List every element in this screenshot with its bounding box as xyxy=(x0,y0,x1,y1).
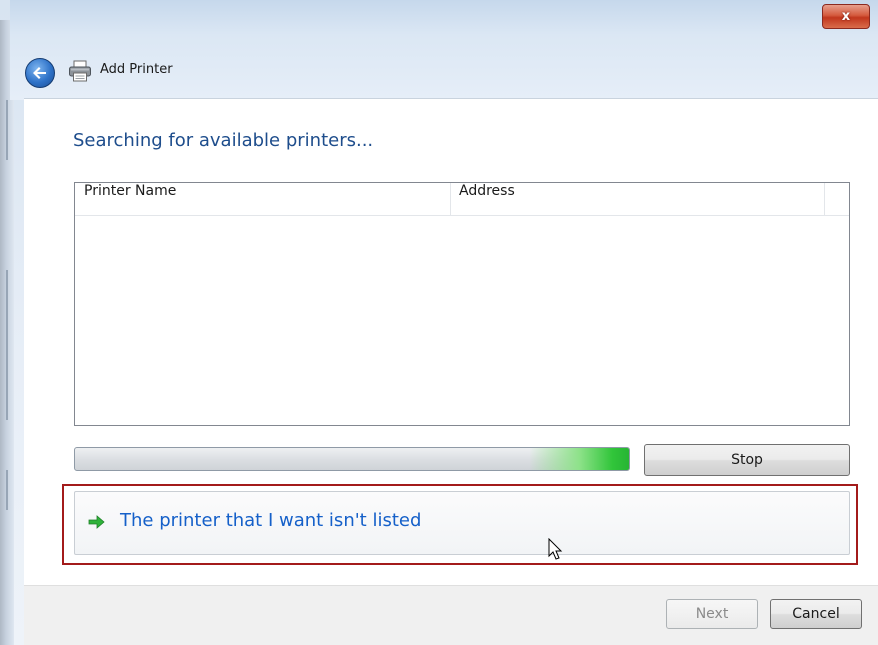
list-header: Printer Name Address xyxy=(75,183,849,216)
title-bar xyxy=(10,0,878,100)
green-arrow-icon xyxy=(88,515,105,529)
printer-icon xyxy=(69,60,91,82)
back-arrow-icon xyxy=(33,67,46,79)
progress-fill xyxy=(75,448,629,470)
next-button[interactable]: Next xyxy=(666,599,758,629)
mouse-cursor-icon xyxy=(548,538,563,560)
frame-streak xyxy=(6,100,8,160)
frame-streak xyxy=(6,470,8,510)
frame-streak xyxy=(6,270,8,420)
window-left-frame xyxy=(0,20,14,645)
printer-not-listed-option[interactable]: The printer that I want isn't listed xyxy=(74,491,850,555)
page-heading: Searching for available printers... xyxy=(73,130,374,151)
search-progress-bar xyxy=(74,447,630,471)
back-button[interactable] xyxy=(25,58,55,88)
window-title: Add Printer xyxy=(100,62,173,77)
close-button[interactable]: x xyxy=(822,4,870,29)
column-header-filler xyxy=(825,183,849,215)
stop-button[interactable]: Stop xyxy=(644,444,850,476)
column-header-printer-name[interactable]: Printer Name xyxy=(75,183,451,215)
printer-list[interactable]: Printer Name Address xyxy=(74,182,850,426)
printer-not-listed-link[interactable]: The printer that I want isn't listed xyxy=(120,510,421,531)
add-printer-window: x Add Printer Searching for available pr… xyxy=(0,0,878,645)
column-header-address[interactable]: Address xyxy=(451,183,825,215)
cancel-button[interactable]: Cancel xyxy=(770,599,862,629)
